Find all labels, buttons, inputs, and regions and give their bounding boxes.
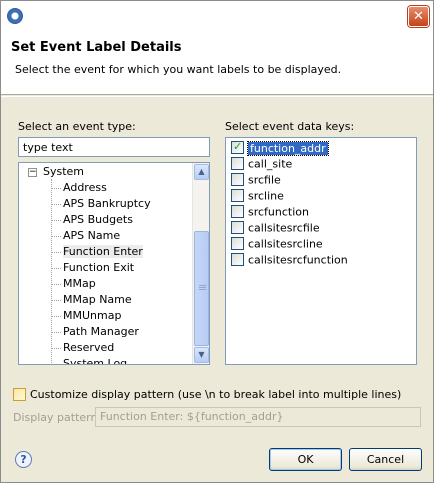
tree-connector-line [51,179,52,364]
tree-item-label: APS Name [63,229,121,242]
tree-item-label: Address [63,181,107,194]
data-key-item[interactable]: srcfunction [231,204,309,219]
display-pattern-label: Display pattern: [13,411,102,424]
scroll-down-icon[interactable]: ▼ [194,347,209,363]
tree-item[interactable]: MMap [63,276,96,292]
tree-item[interactable]: APS Bankruptcy [63,196,151,212]
tree-item[interactable]: Reserved [63,340,114,356]
data-key-item[interactable]: srcline [231,188,284,203]
tree-item[interactable]: APS Name [63,228,120,244]
data-key-label: srcline [248,189,284,203]
tree-item-label: APS Bankruptcy [63,197,151,210]
display-pattern-input[interactable]: Function Enter: ${function_addr} [95,407,421,427]
tree-item[interactable]: MMap Name [63,292,132,308]
event-type-tree[interactable]: − System Address APS Bankruptcy APS Budget… [18,162,210,365]
header-divider [1,96,433,97]
tree-item-label: MMUnmap [63,309,122,322]
scroll-thumb[interactable] [194,231,209,346]
data-key-checkbox[interactable] [231,156,244,170]
data-key-checkbox[interactable] [231,236,244,250]
tree-vertical-scrollbar[interactable]: ▲ ▼ [192,163,209,364]
tree-connector [52,236,61,237]
data-keys-label: Select event data keys: [225,120,355,133]
tree-item-label: MMap Name [63,293,132,306]
tree-item-label: Reserved [63,341,115,354]
data-key-item[interactable]: function_addr [231,139,329,156]
event-type-label: Select an event type: [18,120,136,133]
dialog-title: Set Event Label Details [11,40,182,55]
tree-item-label: APS Budgets [63,213,133,226]
scroll-up-icon[interactable]: ▲ [194,164,209,180]
close-icon: ✕ [413,9,424,24]
tree-item[interactable]: Path Manager [63,324,139,340]
dialog-header: Set Event Label Details Select the event… [1,31,433,95]
ok-button[interactable]: OK [269,448,342,471]
title-bar: ✕ [1,1,433,31]
customize-pattern-checkbox[interactable] [13,387,26,401]
tree-connector [52,268,61,269]
data-key-item[interactable]: srcfile [231,172,281,187]
tree-item[interactable]: Function Exit [63,260,134,276]
tree-connector [52,348,61,349]
tree-item[interactable]: MMUnmap [63,308,121,324]
collapse-icon[interactable]: − [28,168,37,177]
cancel-button[interactable]: Cancel [349,448,422,471]
data-key-label: callsitesrcfunction [248,253,348,267]
data-key-checkbox[interactable] [231,204,244,218]
tree-root-label: System [43,165,85,178]
tree-item[interactable]: System Log [63,356,127,364]
data-key-checkbox[interactable] [231,172,244,186]
tree-item-label: Function Exit [63,261,135,274]
event-type-filter-input[interactable] [18,137,210,157]
data-key-item[interactable]: call_site [231,156,292,171]
tree-item[interactable]: Address [63,180,107,196]
data-key-checkbox[interactable] [231,220,244,234]
data-key-item[interactable]: callsitesrcfunction [231,252,348,267]
tree-connector [52,204,61,205]
customize-pattern-option[interactable]: Customize display pattern (use \n to bre… [13,387,402,402]
tree-connector [52,252,61,253]
customize-pattern-label: Customize display pattern (use \n to bre… [30,388,402,401]
tree-connector [52,300,61,301]
tree-item-label: Path Manager [63,325,139,338]
data-key-checkbox[interactable] [231,252,244,266]
help-icon[interactable]: ? [15,451,32,468]
data-key-item[interactable]: callsitesrcline [231,236,323,251]
grip-line [199,287,206,288]
data-key-label: srcfunction [248,205,309,219]
tree-item-label: MMap [63,277,96,290]
tree-item-label: System Log [63,357,128,364]
data-key-checkbox[interactable] [231,139,244,154]
data-key-label: srcfile [248,173,281,187]
app-icon [7,8,23,24]
data-key-label: function_addr [247,140,329,156]
dialog-window: ✕ Set Event Label Details Select the eve… [0,0,434,483]
tree-connector [52,188,61,189]
tree-connector [52,332,61,333]
data-key-label: callsitesrcline [248,237,323,251]
data-key-label: call_site [248,157,293,171]
data-key-checkbox[interactable] [231,188,244,202]
tree-connector [52,220,61,221]
close-button[interactable]: ✕ [408,6,429,27]
grip-line [199,289,206,290]
dialog-description: Select the event for which you want labe… [15,63,342,76]
data-key-item[interactable]: callsitesrcfile [231,220,320,235]
tree-item[interactable]: Function Enter [63,244,143,260]
data-keys-list[interactable]: function_addrcall_sitesrcfile srcline srcf… [225,137,417,365]
grip-line [199,285,206,286]
tree-content: − System Address APS Bankruptcy APS Budget… [19,163,193,364]
data-key-label: callsitesrcfile [248,221,320,235]
tree-connector [52,316,61,317]
tree-item-label: Function Enter [63,245,143,258]
tree-item[interactable]: APS Budgets [63,212,133,228]
tree-connector [52,284,61,285]
